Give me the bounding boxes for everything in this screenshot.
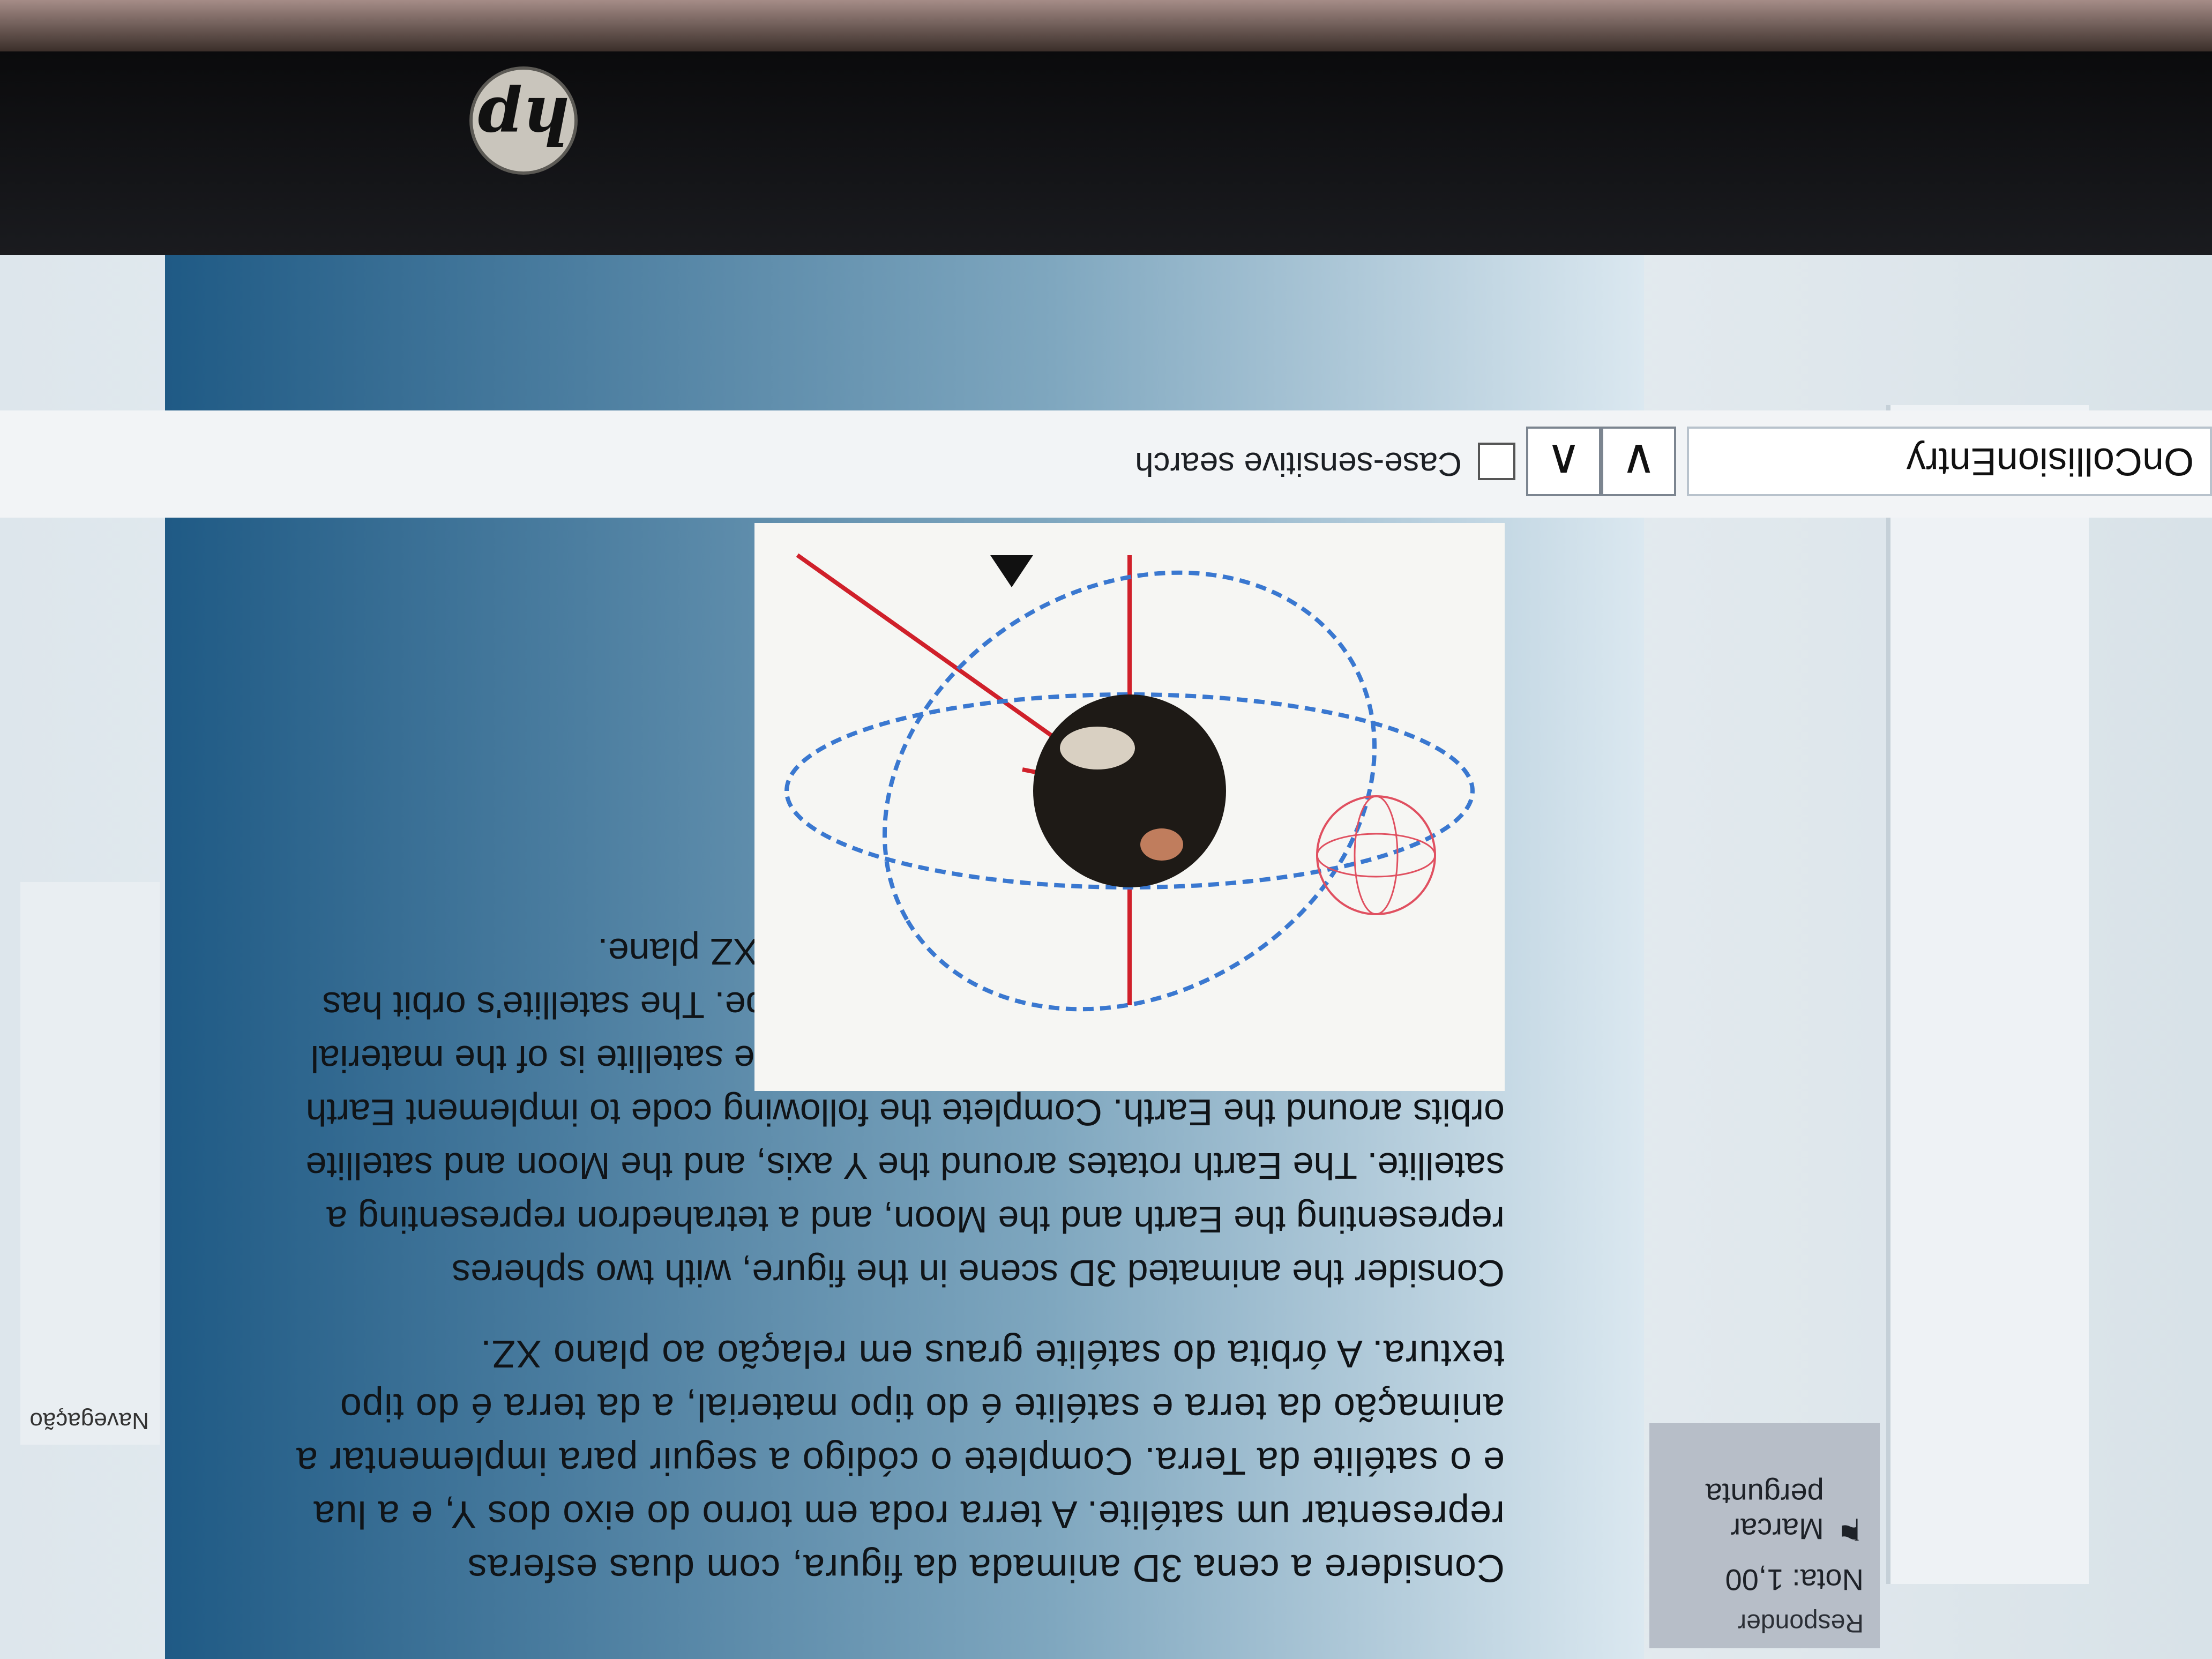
- flag-question-label: Marcar pergunta: [1705, 1477, 1824, 1546]
- left-panel: [1886, 405, 2089, 1584]
- case-sensitive-checkbox[interactable]: [1478, 443, 1515, 480]
- question-text-pt: Considere a cena 3D animada da figura, c…: [296, 1332, 1505, 1589]
- screen: Responder Nota: 1,00 ⚑ Marcar pergunta C…: [0, 0, 2212, 1659]
- satellite-tetrahedron: [990, 555, 1033, 587]
- hp-logo: hp: [469, 66, 578, 175]
- grade-label: Nota: 1,00: [1725, 1563, 1864, 1597]
- earth-sphere: [1033, 694, 1226, 887]
- flag-icon: ⚑: [1836, 1512, 1864, 1546]
- chevron-up-icon: ∧: [1546, 434, 1581, 488]
- search-input[interactable]: OnCollisionEntry: [1687, 427, 2212, 496]
- flag-question-button[interactable]: ⚑ Marcar pergunta: [1665, 1477, 1864, 1546]
- background-desk: [0, 0, 2212, 51]
- question-info-box: Responder Nota: 1,00 ⚑ Marcar pergunta: [1649, 1423, 1880, 1648]
- earth-cloud: [1060, 727, 1135, 769]
- search-next-button[interactable]: ∨: [1601, 427, 1676, 496]
- scene-figure: [754, 523, 1505, 1091]
- moon-wire-v: [1354, 795, 1399, 915]
- scene-illustration: [784, 553, 1475, 1012]
- case-sensitive-label: Case-sensitive search: [1135, 445, 1462, 482]
- moon-wire-h: [1316, 833, 1436, 878]
- moon-sphere: [1316, 795, 1436, 915]
- search-prev-button[interactable]: ∧: [1526, 427, 1601, 496]
- quiz-navigation-title: Navegação: [29, 1408, 149, 1434]
- respond-status: Responder: [1738, 1609, 1864, 1637]
- earth-land: [1140, 828, 1183, 861]
- quiz-navigation-panel: Navegação: [20, 882, 160, 1445]
- quiz-page: Responder Nota: 1,00 ⚑ Marcar pergunta C…: [0, 255, 2212, 1659]
- chevron-down-icon: ∨: [1621, 434, 1656, 488]
